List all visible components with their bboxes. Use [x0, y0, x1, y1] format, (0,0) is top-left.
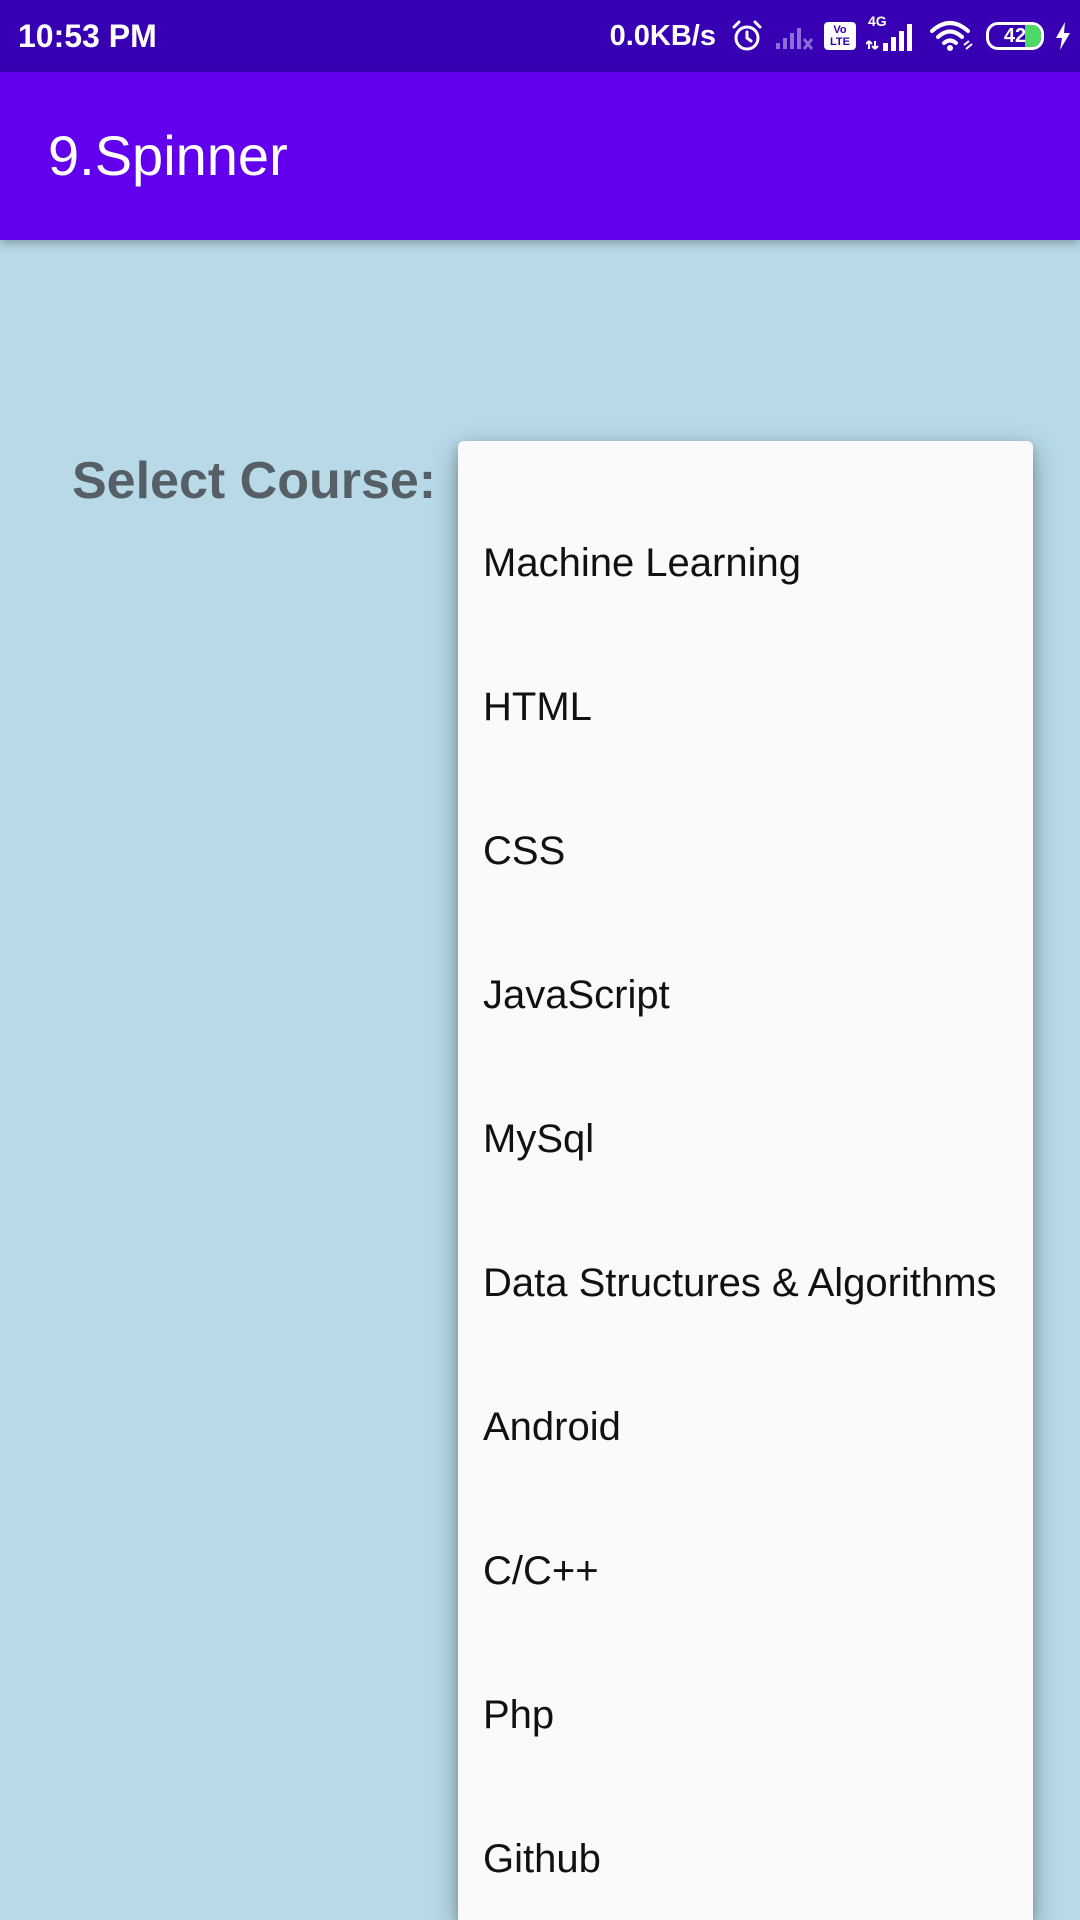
dropdown-item[interactable]: Android — [458, 1355, 1033, 1499]
select-course-label: Select Course: — [72, 452, 437, 510]
dropdown-item[interactable]: Php — [458, 1643, 1033, 1787]
dropdown-item[interactable]: MySql — [458, 1067, 1033, 1211]
dropdown-item[interactable]: Data Structures & Algorithms — [458, 1211, 1033, 1355]
course-dropdown[interactable]: Machine Learning HTML CSS JavaScript MyS… — [458, 441, 1033, 1920]
4g-signal-icon: 4G — [866, 13, 918, 53]
app-title: 9.Spinner — [48, 124, 288, 187]
network-type: 4G — [868, 13, 887, 29]
app-bar: 9.Spinner — [0, 72, 1080, 240]
dropdown-item[interactable]: CSS — [458, 779, 1033, 923]
volte-bottom-text: LTE — [830, 36, 850, 48]
volte-top-text: Vo — [833, 24, 847, 36]
net-speed: 0.0KB/s — [609, 19, 716, 52]
status-bar: 10:53 PM 0.0KB/s Vo LTE 4G 42 — [0, 0, 1080, 72]
dropdown-item[interactable]: Github — [458, 1787, 1033, 1920]
dropdown-item[interactable]: JavaScript — [458, 923, 1033, 1067]
battery-icon: 42 — [986, 22, 1044, 50]
charging-icon — [1054, 21, 1072, 51]
dropdown-item[interactable]: Machine Learning — [458, 491, 1033, 635]
dropdown-item[interactable]: C/C++ — [458, 1499, 1033, 1643]
volte-icon: Vo LTE — [824, 22, 856, 50]
status-icons: 0.0KB/s Vo LTE 4G 42 — [610, 0, 1072, 72]
status-time: 10:53 PM — [18, 18, 157, 54]
no-signal-icon — [774, 21, 814, 51]
alarm-icon — [730, 19, 764, 53]
dropdown-item[interactable]: HTML — [458, 635, 1033, 779]
battery-level: 42 — [1003, 25, 1027, 47]
wifi-icon — [928, 19, 976, 53]
